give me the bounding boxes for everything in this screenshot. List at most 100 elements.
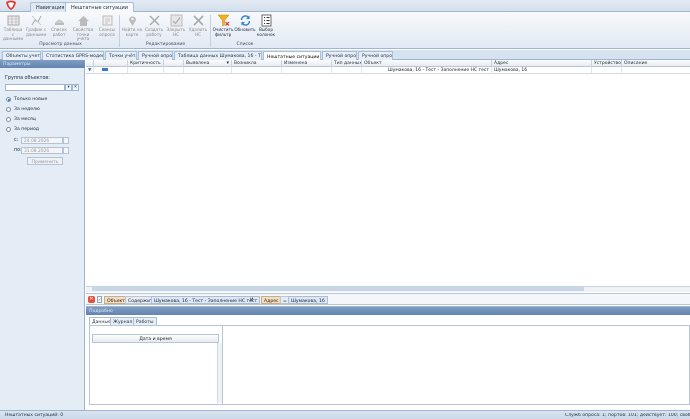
column-header-changed[interactable]: Изменена — [282, 60, 332, 67]
tab-accounting-objects[interactable]: Объекты учета — [2, 51, 41, 60]
radio-period-label: За период — [14, 127, 39, 132]
apply-button[interactable]: Применить — [27, 157, 63, 165]
filter-address-cell[interactable]: Шумакова, 16 — [492, 67, 592, 74]
column-header[interactable] — [86, 60, 94, 67]
check-icon — [170, 14, 182, 27]
app-logo-icon[interactable] — [3, 0, 19, 11]
filter-cell[interactable] — [232, 67, 282, 74]
tab-data-table[interactable]: Таблица данных Шумакова, 16 - Тепл... — [174, 51, 262, 60]
filter-cell[interactable] — [592, 67, 622, 74]
point-properties-button[interactable]: Свойства точки учета — [72, 14, 94, 42]
create-work-button[interactable]: Создать работу — [143, 14, 165, 42]
work-list-label: Список работ — [51, 27, 67, 37]
vertical-scrollbar[interactable] — [217, 343, 222, 403]
clear-group-button[interactable]: ✕ — [72, 84, 79, 91]
from-label: с: — [14, 138, 19, 143]
app-window: Навигация Нештатные ситуации Таблица с д… — [0, 0, 690, 419]
parameters-panel: Параметры Группа объектов: ▾ ✕ Только но… — [0, 60, 85, 410]
delete-incident-label: Удалить НС — [188, 27, 208, 37]
grid-header: Критичность Выявлена ▾ Возникла Изменена … — [86, 60, 690, 67]
column-header-criticality[interactable]: Критичность — [128, 60, 164, 67]
radio-week[interactable] — [6, 107, 11, 112]
find-on-map-button[interactable]: Найти на карте — [121, 14, 143, 42]
details-chart-area — [223, 325, 690, 405]
panel-header: Параметры — [0, 60, 85, 68]
tab-works[interactable]: Работы — [133, 317, 157, 325]
filter-field-address[interactable]: Адрес — [261, 296, 282, 304]
radio-month-label: За месяц — [14, 117, 36, 122]
filter-value-address[interactable]: Шумакова, 16 — [288, 296, 328, 304]
refresh-icon — [240, 15, 250, 26]
chart-data-label: График с данными — [25, 27, 47, 37]
work-list-button[interactable]: Список работ — [48, 14, 70, 42]
column-header-object[interactable]: Объект — [362, 60, 492, 67]
radio-month[interactable] — [6, 117, 11, 122]
to-date-field[interactable]: 31.08.2026 — [21, 147, 63, 154]
group-input[interactable] — [5, 84, 65, 91]
column-header-description[interactable]: Описание — [622, 60, 690, 67]
tab-manual-poll-3[interactable]: Ручной опрос — [358, 51, 393, 60]
filter-cell[interactable] — [184, 67, 232, 74]
tab-journal[interactable]: Журнал — [110, 317, 136, 325]
filter-cell[interactable] — [128, 67, 164, 74]
filter-cell[interactable] — [622, 67, 690, 74]
filter-enabled-checkbox[interactable]: ✓ — [97, 296, 102, 303]
calendar-icon[interactable] — [63, 147, 69, 154]
column-header-address[interactable]: Адрес — [492, 60, 592, 67]
close-filter-icon[interactable]: ✕ — [88, 296, 95, 303]
close-incident-button[interactable]: Закрыть НС — [165, 14, 187, 42]
radio-week-label: За неделю — [14, 107, 40, 112]
group-view-data: Просмотр данных — [39, 42, 82, 47]
tab-manual-poll[interactable]: Ручной опрос — [138, 51, 173, 60]
filter-icon[interactable]: ▼ — [86, 67, 94, 74]
column-header-detected-label: Выявлена — [186, 61, 210, 67]
refresh-label: Обновить — [234, 27, 256, 32]
from-date-field[interactable]: 24.08.2026 — [21, 137, 63, 144]
filter-value-object[interactable]: Шумакова, 16 - Тест - Заполнение НС тест — [151, 296, 261, 304]
column-header-device[interactable]: Устройство — [592, 60, 622, 67]
poll-sessions-button[interactable]: Сеансы опроса — [96, 14, 118, 42]
radio-period[interactable] — [6, 127, 11, 132]
session-icon — [102, 15, 112, 26]
scrollbar-thumb[interactable] — [92, 287, 584, 291]
tab-manual-poll-2[interactable]: Ручной опрос — [322, 51, 357, 60]
table-data-button[interactable]: Таблица с данными — [2, 14, 24, 42]
delete-icon — [192, 15, 204, 26]
filter-cell[interactable] — [94, 67, 128, 74]
sort-desc-icon: ▾ — [226, 60, 229, 66]
choose-columns-button[interactable]: Выбор колонок — [255, 14, 277, 42]
dropdown-button[interactable]: ▾ — [65, 84, 72, 91]
chart-icon — [31, 15, 41, 26]
tab-gprs-stats[interactable]: Статистика GPRS-модемов — [42, 51, 104, 60]
ribbon-separator — [119, 15, 120, 47]
column-header-occurred[interactable]: Возникла — [232, 60, 282, 67]
columns-icon — [261, 14, 271, 27]
tab-metering-points[interactable]: Точки учёта — [105, 51, 137, 60]
refresh-button[interactable]: Обновить — [234, 14, 256, 42]
calendar-icon[interactable] — [63, 137, 69, 144]
chart-data-button[interactable]: График с данными — [25, 14, 47, 42]
tab-incidents-label: Нештатные ситуации — [267, 54, 320, 60]
list-icon — [54, 19, 64, 25]
column-header[interactable] — [164, 60, 184, 67]
radio-only-new[interactable] — [6, 97, 11, 102]
status-poll-services: Служб опроса: 1; портов: 101; действует:… — [565, 412, 690, 418]
column-header-detected[interactable]: Выявлена ▾ — [184, 60, 232, 67]
create-work-label: Создать работу — [144, 27, 164, 37]
filter-object-cell[interactable]: Шумакова, 16 - Тест - Заполнение НС тест — [362, 67, 492, 74]
filter-cell[interactable] — [282, 67, 332, 74]
column-header-datetime[interactable]: Дата и время — [92, 334, 219, 343]
filter-cell[interactable] — [332, 67, 362, 74]
clear-filter-label: Очистить фильтр — [212, 27, 234, 37]
column-header-data-type[interactable]: Тип данных — [332, 60, 362, 67]
table-icon — [7, 15, 19, 26]
delete-incident-button[interactable]: Удалить НС — [187, 14, 209, 42]
column-header[interactable] — [94, 60, 128, 67]
clear-filter-button[interactable]: Очистить фильтр — [212, 14, 234, 42]
title-bar: Навигация Нештатные ситуации — [0, 0, 690, 13]
filter-cell[interactable] — [164, 67, 184, 74]
filter-logic-and[interactable]: И — [248, 296, 255, 304]
group-label: Группа объектов: — [5, 76, 50, 81]
tab-incidents-doc[interactable]: Нештатные ситуации — [263, 51, 321, 60]
group-editing: Редактирование — [145, 42, 186, 47]
